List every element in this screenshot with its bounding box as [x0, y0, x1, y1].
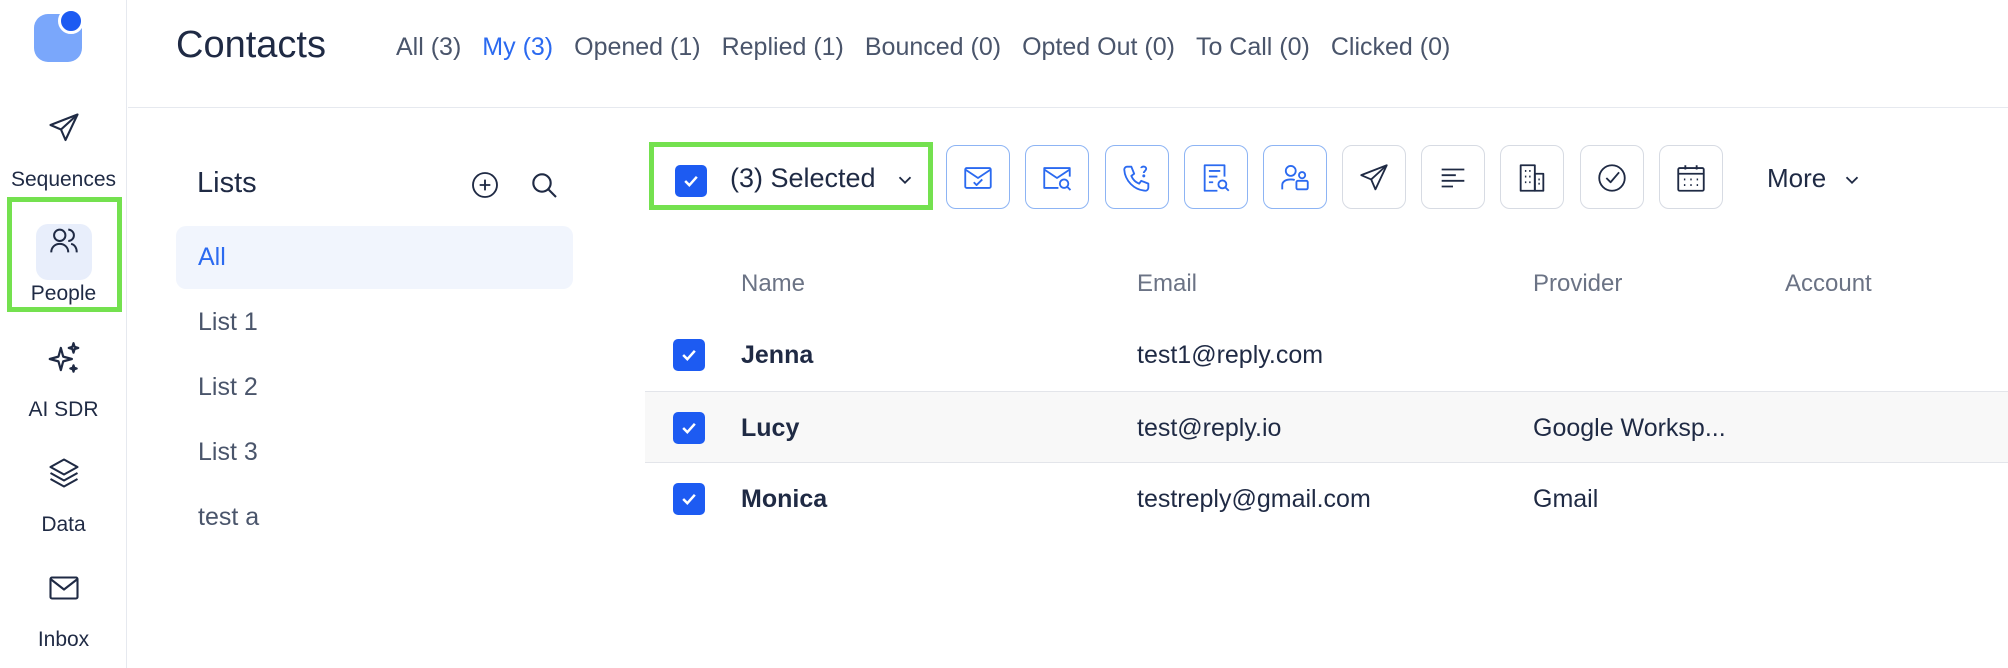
list-item-list-3[interactable]: List 3	[176, 421, 573, 484]
tab-replied[interactable]: Replied (1)	[722, 33, 844, 62]
list-item-test-a[interactable]: test a	[176, 486, 573, 549]
column-header-provider[interactable]: Provider	[1533, 270, 1622, 298]
mail-check-icon	[964, 167, 992, 189]
mail-icon	[36, 570, 92, 626]
more-label: More	[1767, 163, 1827, 193]
contact-name[interactable]: Jenna	[741, 341, 813, 370]
contact-email: test1@reply.com	[1137, 341, 1324, 369]
row-checkbox[interactable]	[673, 412, 705, 444]
nav-label: Sequences	[10, 168, 117, 191]
more-actions-button[interactable]: More	[1767, 163, 1863, 194]
selected-count-label: (3) Selected	[730, 163, 876, 193]
plus-circle-icon	[472, 172, 498, 198]
tab-clicked[interactable]: Clicked (0)	[1331, 33, 1450, 62]
building-icon	[1519, 164, 1545, 192]
find-email-button[interactable]	[1025, 145, 1089, 209]
app-logo[interactable]	[34, 8, 84, 62]
contact-filter-tabs: All (3) My (3) Opened (1) Replied (1) Bo…	[396, 33, 1471, 62]
enrich-data-button[interactable]	[1184, 145, 1248, 209]
tab-bounced[interactable]: Bounced (0)	[865, 33, 1001, 62]
search-lists-button[interactable]	[528, 169, 560, 206]
chevron-down-icon	[894, 169, 916, 196]
user-groups-icon	[1281, 165, 1309, 191]
contact-email: test@reply.io	[1137, 414, 1282, 442]
select-all-checkbox[interactable]	[675, 165, 707, 197]
search-icon	[532, 173, 557, 198]
check-circle-icon	[1598, 164, 1626, 192]
tab-opened[interactable]: Opened (1)	[574, 33, 700, 62]
add-to-sequence-button[interactable]	[1342, 145, 1406, 209]
assign-owner-button[interactable]	[1263, 145, 1327, 209]
column-header-name[interactable]: Name	[741, 270, 805, 298]
column-header-email[interactable]: Email	[1137, 270, 1197, 298]
contact-name[interactable]: Monica	[741, 485, 827, 514]
create-task-button[interactable]	[1580, 145, 1644, 209]
lists-title: Lists	[197, 167, 257, 199]
nav-item-inbox[interactable]: Inbox	[0, 558, 127, 652]
table-row[interactable]: Monica testreply@gmail.com Gmail	[645, 463, 2008, 535]
tab-my[interactable]: My (3)	[482, 33, 553, 62]
left-navigation: Sequences People AI SDR Data Inbox	[0, 0, 127, 668]
find-phone-button[interactable]	[1105, 145, 1169, 209]
add-to-account-button[interactable]	[1500, 145, 1564, 209]
nav-item-ai-sdr[interactable]: AI SDR	[0, 328, 127, 422]
nav-label: Data	[41, 513, 86, 536]
table-row[interactable]: Jenna test1@reply.com	[645, 319, 2008, 391]
mark-email-verified-button[interactable]	[946, 145, 1010, 209]
list-item-all[interactable]: All	[176, 226, 573, 289]
tab-opted-out[interactable]: Opted Out (0)	[1022, 33, 1175, 62]
page-header: Contacts All (3) My (3) Opened (1) Repli…	[128, 0, 2008, 108]
tab-to-call[interactable]: To Call (0)	[1196, 33, 1310, 62]
page-title: Contacts	[176, 24, 326, 66]
schedule-meeting-button[interactable]	[1659, 145, 1723, 209]
layers-icon	[36, 455, 92, 511]
document-search-icon	[1203, 164, 1230, 192]
nav-item-data[interactable]: Data	[0, 443, 127, 537]
bulk-select-dropdown[interactable]: (3) Selected	[649, 142, 933, 210]
list-item-list-2[interactable]: List 2	[176, 356, 573, 419]
mail-search-icon	[1043, 167, 1072, 191]
list-item-list-1[interactable]: List 1	[176, 291, 573, 354]
row-checkbox[interactable]	[673, 339, 705, 371]
contact-provider: Google Worksp...	[1533, 414, 1726, 442]
tab-all[interactable]: All (3)	[396, 33, 461, 62]
column-header-account[interactable]: Account	[1785, 270, 1872, 298]
phone-question-icon	[1123, 165, 1150, 192]
contact-email: testreply@gmail.com	[1137, 485, 1371, 513]
align-left-icon	[1441, 168, 1465, 188]
calendar-icon	[1677, 165, 1705, 192]
people-highlight	[7, 197, 122, 312]
add-list-button[interactable]	[469, 169, 501, 206]
chevron-down-icon	[1846, 176, 1859, 185]
contact-provider: Gmail	[1533, 485, 1599, 513]
nav-label: Inbox	[37, 628, 90, 651]
sparkle-icon	[36, 340, 92, 396]
add-to-list-button[interactable]	[1421, 145, 1485, 209]
nav-label: AI SDR	[28, 398, 99, 421]
row-checkbox[interactable]	[673, 483, 705, 515]
contact-name[interactable]: Lucy	[741, 414, 799, 443]
nav-item-sequences[interactable]: Sequences	[0, 98, 127, 192]
send-icon	[36, 110, 92, 166]
send-icon	[1360, 164, 1388, 191]
table-row[interactable]: Lucy test@reply.io Google Worksp...	[645, 391, 2008, 463]
